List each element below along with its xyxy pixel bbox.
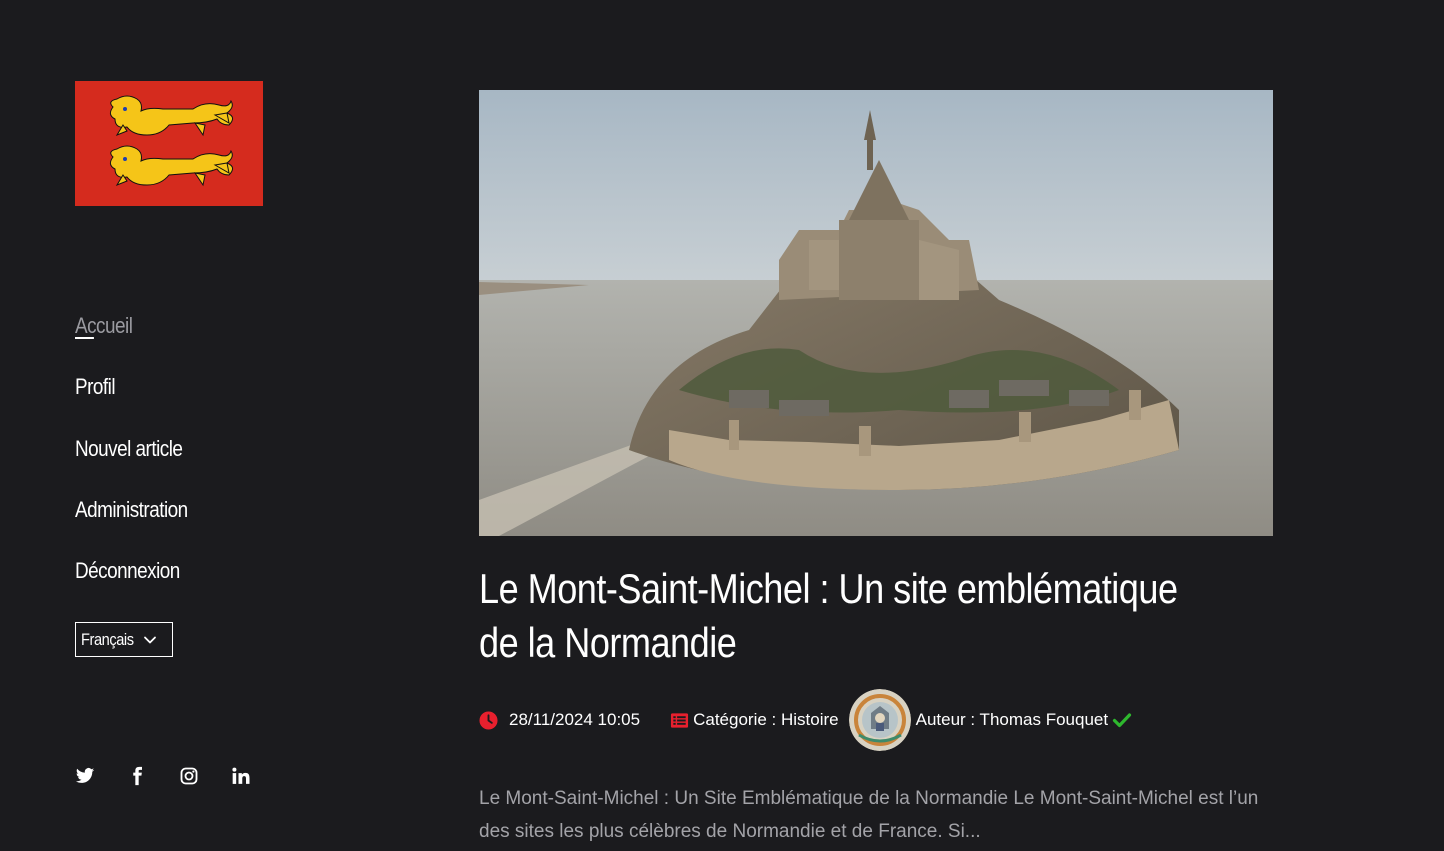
main-nav: Accueil Profil Nouvel article Administra… [75, 306, 206, 612]
instagram-link[interactable] [179, 766, 199, 786]
author-avatar[interactable] [848, 689, 911, 751]
nav-link-deconnexion[interactable]: Déconnexion [75, 551, 180, 591]
language-select-value: Français [81, 629, 134, 649]
nav-link-profil[interactable]: Profil [75, 367, 116, 407]
nav-item-administration: Administration [75, 490, 206, 551]
article-category[interactable]: Catégorie : Histoire [693, 710, 839, 730]
nav-item-profil: Profil [75, 367, 206, 428]
article-hero-image[interactable] [479, 90, 1273, 536]
social-links [75, 766, 251, 786]
nav-item-accueil: Accueil [75, 306, 206, 367]
language-select[interactable]: Français [75, 622, 173, 657]
linkedin-link[interactable] [231, 766, 251, 786]
article-excerpt: Le Mont-Saint-Michel : Un Site Emblémati… [479, 788, 1259, 842]
article-title[interactable]: Le Mont-Saint-Michel : Un site emblémati… [479, 562, 1193, 670]
facebook-icon [133, 766, 142, 786]
instagram-icon [180, 767, 198, 785]
article-date: 28/11/2024 10:05 [509, 710, 641, 729]
nav-link-accueil[interactable]: Accueil [75, 306, 133, 346]
normandy-flag-icon [75, 81, 263, 206]
nav-item-nouvel-article: Nouvel article [75, 429, 206, 490]
site-logo[interactable] [75, 81, 263, 206]
linkedin-icon [232, 767, 250, 784]
article-meta: 28/11/2024 10:05 Catégorie : Histoire Au… [479, 688, 1132, 752]
chevron-down-icon [144, 636, 156, 643]
twitter-icon [75, 768, 95, 783]
article-author[interactable]: Auteur : Thomas Fouquet [916, 710, 1108, 730]
twitter-link[interactable] [75, 766, 95, 786]
nav-item-deconnexion: Déconnexion [75, 551, 206, 612]
nav-link-administration[interactable]: Administration [75, 490, 188, 530]
clock-icon [479, 710, 498, 730]
list-icon [670, 711, 689, 730]
mont-saint-michel-image [479, 90, 1273, 536]
verified-check-icon [1112, 710, 1132, 730]
nav-link-nouvel-article[interactable]: Nouvel article [75, 429, 183, 469]
facebook-link[interactable] [127, 766, 147, 786]
